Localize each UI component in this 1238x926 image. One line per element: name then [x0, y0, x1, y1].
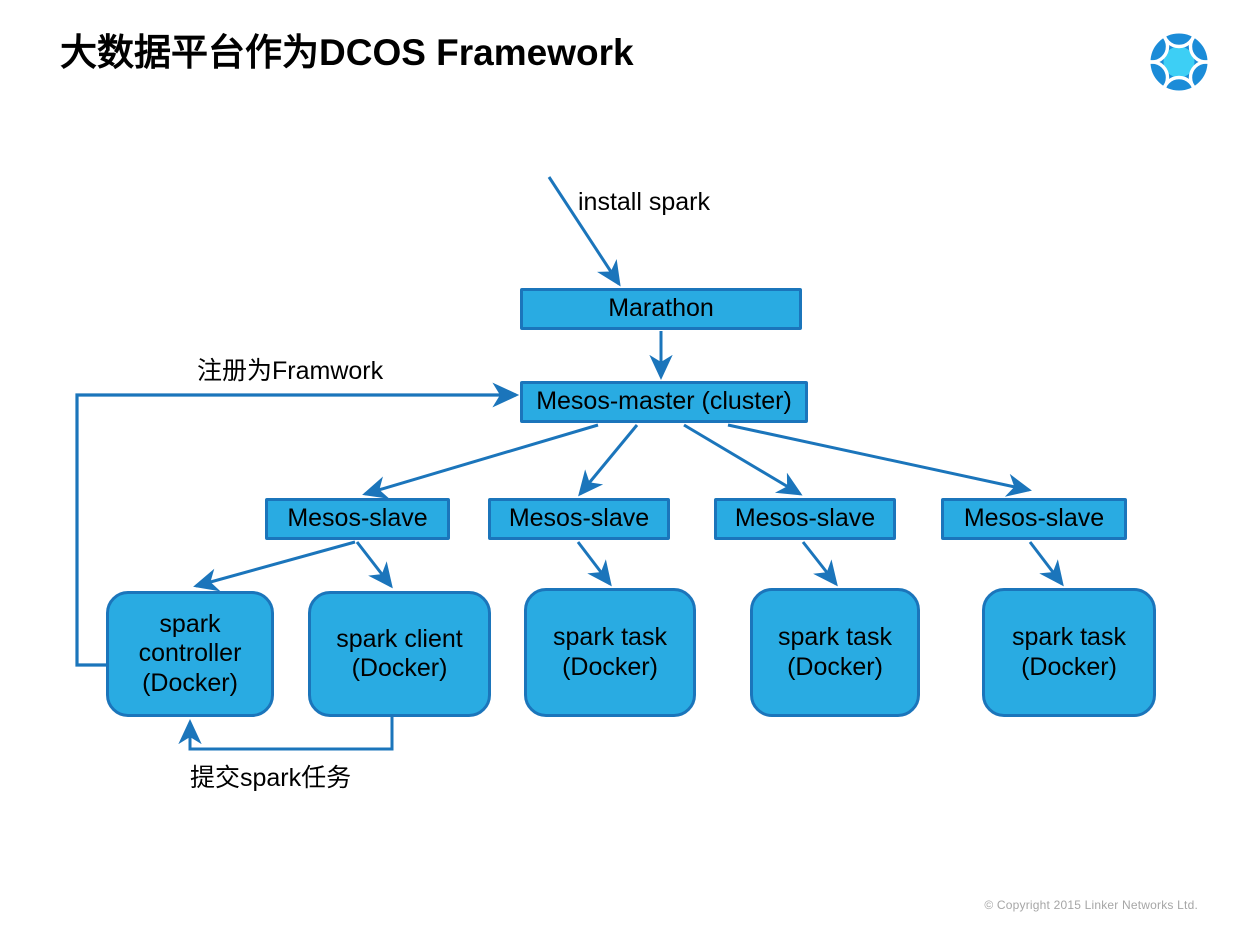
- edge-slave1-to-controller-path: [193, 540, 356, 592]
- edge-slave1-to-client-path: [355, 541, 393, 589]
- copyright-notice: © Copyright 2015 Linker Networks Ltd.: [984, 898, 1198, 912]
- node-label: Mesos-slave: [734, 504, 876, 533]
- node-spark-task-2[interactable]: spark task (Docker): [750, 588, 920, 717]
- node-mesos-master[interactable]: Mesos-master (cluster): [520, 381, 808, 423]
- node-mesos-slave-1[interactable]: Mesos-slave: [265, 498, 450, 540]
- node-spark-task-3[interactable]: spark task (Docker): [982, 588, 1156, 717]
- edge-master-to-slave-2-path: [578, 424, 639, 497]
- node-spark-client[interactable]: spark client (Docker): [308, 591, 491, 717]
- node-spark-controller[interactable]: spark controller (Docker): [106, 591, 274, 717]
- edge-master-to-slave-4-path: [727, 423, 1032, 497]
- submit-spark-job-label: 提交spark任务: [190, 764, 352, 792]
- node-label: Marathon: [608, 294, 714, 323]
- node-label: spark task (Docker): [1012, 623, 1126, 681]
- edge-master-to-slave-1-path: [362, 423, 599, 499]
- node-label: spark task (Docker): [778, 623, 892, 681]
- edge-slave3-to-task2-path: [801, 541, 838, 587]
- node-label: Mesos-slave: [287, 504, 428, 533]
- node-mesos-slave-2[interactable]: Mesos-slave: [488, 498, 670, 540]
- node-spark-task-1[interactable]: spark task (Docker): [524, 588, 696, 717]
- node-mesos-slave-4[interactable]: Mesos-slave: [941, 498, 1127, 540]
- node-label: spark task (Docker): [553, 623, 667, 681]
- node-mesos-slave-3[interactable]: Mesos-slave: [714, 498, 896, 540]
- edge-client-to-controller-path: [178, 717, 394, 751]
- slide-canvas: 大数据平台作为DCOS Framework Marathon Mesos-mas…: [0, 0, 1238, 926]
- edge-slave2-to-task1-path: [576, 541, 612, 587]
- diagram-arrow-layer: [75, 176, 1064, 751]
- edge-slave4-to-task3-path: [1028, 541, 1064, 587]
- node-label: spark controller (Docker): [138, 609, 242, 697]
- node-label: Mesos-master (cluster): [536, 387, 792, 416]
- register-framwork-label: 注册为Framwork: [197, 357, 384, 385]
- node-marathon[interactable]: Marathon: [520, 288, 802, 330]
- node-label: spark client (Docker): [336, 624, 463, 683]
- node-label: Mesos-slave: [963, 504, 1105, 533]
- install-spark-label: install spark: [578, 188, 710, 216]
- node-label: Mesos-slave: [508, 504, 650, 533]
